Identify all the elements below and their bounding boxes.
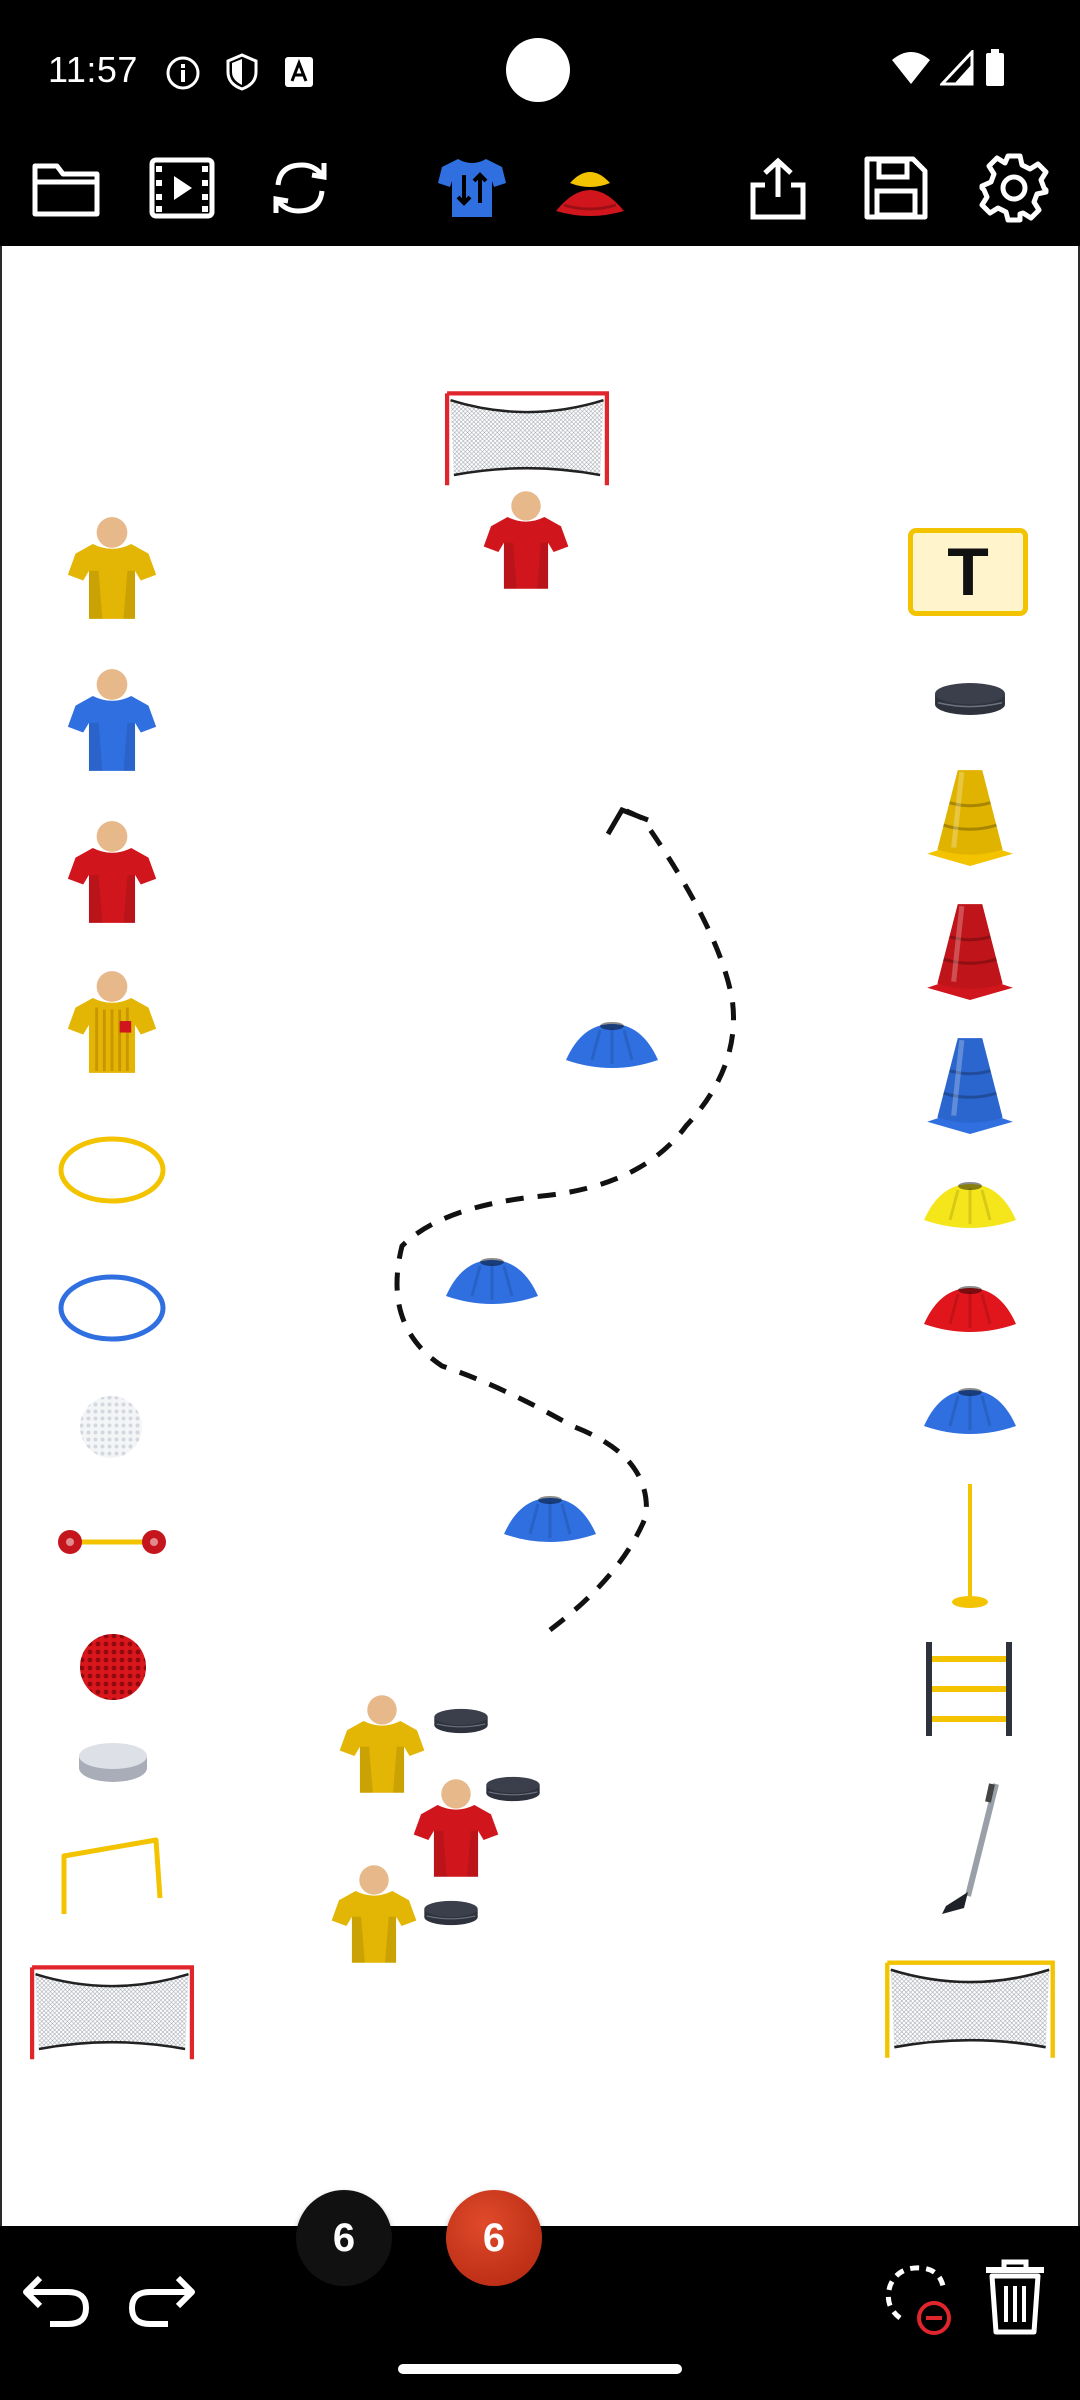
- cones-button[interactable]: [550, 148, 630, 228]
- info-icon: [164, 54, 202, 92]
- home-indicator[interactable]: [398, 2364, 682, 2374]
- share-icon: [750, 157, 806, 220]
- folder-button[interactable]: [26, 148, 106, 228]
- shield-icon: [224, 52, 260, 92]
- save-button[interactable]: [856, 148, 936, 228]
- delete-button[interactable]: [980, 2254, 1060, 2338]
- refresh-button[interactable]: [260, 148, 340, 228]
- field-puck-3[interactable]: [422, 1896, 480, 1930]
- video-button[interactable]: [142, 148, 222, 228]
- history-controls: [0, 2226, 220, 2400]
- field-player-yellow-2[interactable]: [328, 1862, 420, 1966]
- redo-icon: [128, 2275, 195, 2327]
- gear-icon: [979, 153, 1049, 223]
- folder-icon: [32, 163, 100, 217]
- refresh-icon: [273, 162, 327, 214]
- counter-team-black[interactable]: 6 Player 8: [274, 2190, 414, 2337]
- selection-controls: [860, 2226, 1080, 2400]
- undo-icon: [23, 2275, 90, 2327]
- film-play-icon: [149, 157, 215, 219]
- counter-badge: 6: [446, 2190, 542, 2286]
- team-switch-button[interactable]: [432, 148, 512, 228]
- undo-button[interactable]: [16, 2256, 96, 2336]
- field-puck-1[interactable]: [432, 1704, 490, 1738]
- counter-label: Player 8: [282, 2300, 406, 2336]
- status-bar: 11:57: [0, 0, 1080, 140]
- lasso-button[interactable]: [880, 2256, 960, 2336]
- wifi-icon: [890, 50, 932, 86]
- signal-icon: [940, 50, 974, 86]
- redo-button[interactable]: [122, 2256, 202, 2336]
- battery-icon: [984, 48, 1006, 88]
- lasso-icon: [885, 2265, 951, 2335]
- counter-team-red[interactable]: 6 Player 8: [424, 2190, 564, 2337]
- clock: 11:57: [48, 49, 138, 90]
- font-icon: [282, 54, 316, 90]
- drill-canvas[interactable]: T: [0, 246, 1080, 2226]
- trash-icon: [986, 2259, 1044, 2335]
- jersey-swap-icon: [438, 159, 506, 217]
- share-button[interactable]: [738, 148, 818, 228]
- save-icon: [864, 156, 928, 220]
- camera-cutout: [506, 38, 570, 102]
- field-puck-2[interactable]: [484, 1772, 542, 1806]
- dribble-path[interactable]: [2, 246, 1078, 2226]
- settings-button[interactable]: [974, 148, 1054, 228]
- counter-label: Player 8: [432, 2300, 556, 2336]
- toolbar: [0, 140, 1080, 246]
- counter-badge: 6: [296, 2190, 392, 2286]
- cones-icon: [556, 172, 624, 216]
